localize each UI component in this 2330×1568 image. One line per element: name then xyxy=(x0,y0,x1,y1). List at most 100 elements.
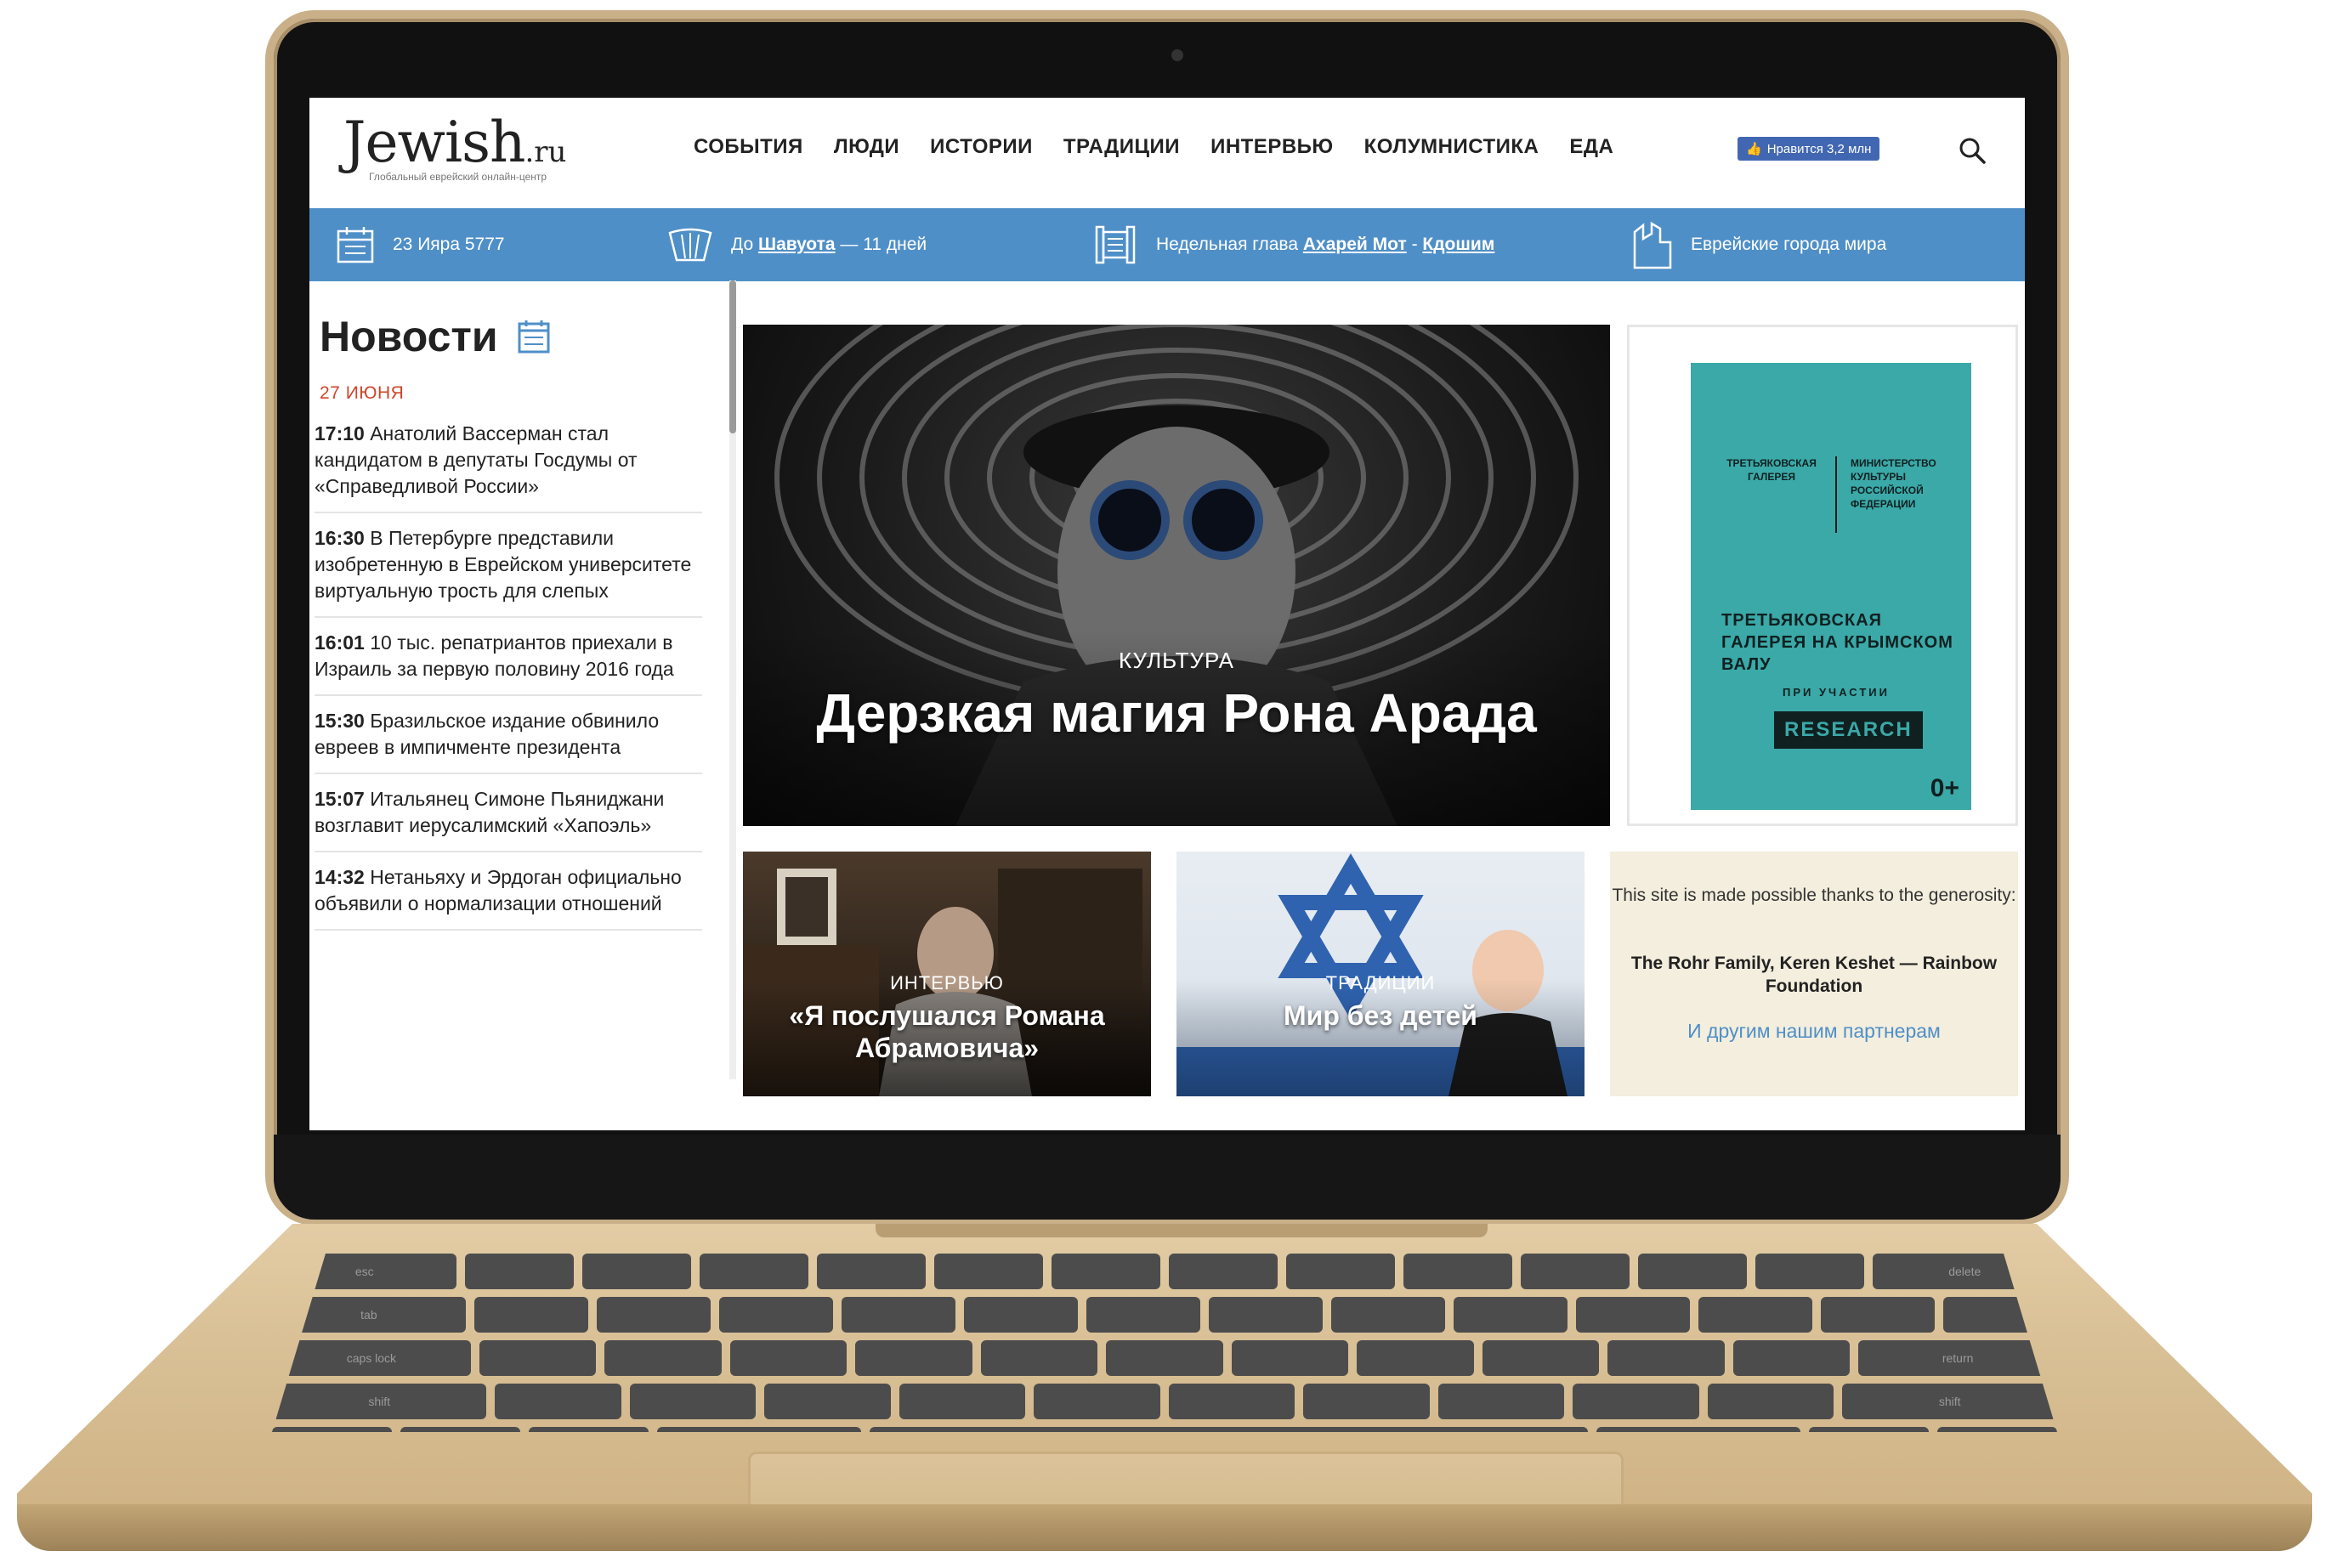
key[interactable] xyxy=(1821,1297,1936,1333)
weekly-portion: Недельная глава Ахарей Мот - Кдошим xyxy=(1091,208,1494,281)
key[interactable] xyxy=(1637,1254,1747,1289)
research-logo: RESEARCH xyxy=(1774,711,1923,749)
key[interactable] xyxy=(465,1254,575,1289)
key-shift-left[interactable]: shift xyxy=(272,1384,487,1419)
key[interactable] xyxy=(1698,1297,1812,1333)
holiday-link[interactable]: Шавуота xyxy=(758,235,836,254)
search-icon[interactable] xyxy=(1957,135,1987,166)
tretyakov-ad[interactable]: ТРЕТЬЯКОВСКАЯ ГАЛЕРЕЯ МИНИСТЕРСТВО КУЛЬТ… xyxy=(1691,363,1971,810)
news-item[interactable]: 15:07 Итальянец Симоне Пьяниджани возгла… xyxy=(315,774,702,852)
browser-screen: Jewish.ru Глобальный еврейский онлайн-це… xyxy=(309,98,2025,1130)
calendar-icon xyxy=(337,227,374,263)
key[interactable] xyxy=(1607,1340,1725,1376)
key[interactable] xyxy=(729,1340,848,1376)
facebook-like-button[interactable]: 👍 Нравится 3,2 млн xyxy=(1738,137,1880,161)
key[interactable] xyxy=(1086,1297,1200,1333)
calendar-icon[interactable] xyxy=(517,319,551,354)
nav-item-interview[interactable]: ИНТЕРВЬЮ xyxy=(1210,135,1334,159)
key[interactable] xyxy=(899,1384,1026,1419)
key[interactable] xyxy=(1403,1254,1512,1289)
key[interactable] xyxy=(1437,1384,1565,1419)
key[interactable] xyxy=(1303,1384,1430,1419)
key[interactable] xyxy=(1453,1297,1568,1333)
key[interactable] xyxy=(817,1254,927,1289)
interview-card[interactable]: ИНТЕРВЬЮ «Я послушался Романа Абрамовича… xyxy=(743,852,1151,1096)
key[interactable] xyxy=(1755,1254,1864,1289)
key[interactable] xyxy=(718,1297,833,1333)
news-item[interactable]: 17:10 Анатолий Вассерман стал кандидатом… xyxy=(315,409,702,513)
key[interactable] xyxy=(1573,1384,1699,1419)
news-column: Новости 27 ИЮНЯ 17:10 Анатолий Вассерман… xyxy=(309,281,726,1130)
key[interactable] xyxy=(1169,1254,1278,1289)
card-category: ИНТЕРВЬЮ xyxy=(890,972,1004,993)
torah-scroll-icon xyxy=(1095,225,1136,264)
key[interactable] xyxy=(1285,1254,1395,1289)
jewish-cities[interactable]: Еврейские города мира xyxy=(1631,208,1886,281)
traditions-card[interactable]: ТРАДИЦИИ Мир без детей xyxy=(1176,852,1585,1096)
thumbs-up-icon: 👍 xyxy=(1746,142,1762,156)
key[interactable] xyxy=(963,1297,1078,1333)
key[interactable] xyxy=(473,1297,588,1333)
key[interactable] xyxy=(1357,1340,1474,1376)
camera-icon xyxy=(1171,49,1183,61)
key[interactable] xyxy=(582,1254,692,1289)
key[interactable] xyxy=(980,1340,1098,1376)
facebook-like-label: Нравится 3,2 млн xyxy=(1766,141,1872,156)
news-scrollbar-thumb[interactable] xyxy=(729,280,736,433)
news-item[interactable]: 15:30 Бразильское издание обвинило еврее… xyxy=(315,696,702,774)
news-item[interactable]: 14:32 Нетаньяху и Эрдоган официально объ… xyxy=(315,852,702,931)
partners-link[interactable]: И другим нашим партнерам xyxy=(1610,1020,2018,1043)
parsha-link-2[interactable]: Кдошим xyxy=(1422,235,1494,254)
key[interactable] xyxy=(495,1384,621,1419)
key[interactable] xyxy=(479,1340,597,1376)
hero-photo xyxy=(743,325,1610,826)
key[interactable] xyxy=(1052,1254,1160,1289)
sponsor-names: The Rohr Family, Keren Keshet — Rainbow … xyxy=(1630,954,1998,996)
ad-divider xyxy=(1835,456,1837,533)
key-return[interactable]: return xyxy=(1858,1340,2057,1376)
key[interactable] xyxy=(1168,1384,1295,1419)
nav-item-events[interactable]: СОБЫТИЯ xyxy=(694,135,803,159)
key[interactable] xyxy=(629,1384,757,1419)
main-nav: СОБЫТИЯ ЛЮДИ ИСТОРИИ ТРАДИЦИИ ИНТЕРВЬЮ К… xyxy=(694,135,1613,159)
key[interactable] xyxy=(934,1254,1044,1289)
nav-item-people[interactable]: ЛЮДИ xyxy=(834,135,899,159)
key-shift-right[interactable]: shift xyxy=(1842,1384,2057,1419)
site-logo[interactable]: Jewish.ru Глобальный еврейский онлайн-це… xyxy=(343,113,566,184)
laptop-base: esc delete tab caps lock return shift sh… xyxy=(17,1224,2312,1551)
key[interactable] xyxy=(1575,1297,1690,1333)
key[interactable] xyxy=(596,1297,711,1333)
key[interactable] xyxy=(841,1297,955,1333)
news-item[interactable]: 16:01 10 тыс. репатриантов приехали в Из… xyxy=(315,618,702,696)
logo-tagline: Глобальный еврейский онлайн-центр xyxy=(369,171,547,183)
key[interactable] xyxy=(764,1384,891,1419)
key[interactable] xyxy=(1732,1340,1851,1376)
key[interactable] xyxy=(1330,1297,1445,1333)
news-time: 16:01 xyxy=(315,631,365,654)
hero-title: Дерзкая магия Рона Арада xyxy=(816,682,1537,744)
ad-logos: ТРЕТЬЯКОВСКАЯ ГАЛЕРЕЯ МИНИСТЕРСТВО КУЛЬТ… xyxy=(1721,456,1951,533)
news-headline: Нетаньяху и Эрдоган официально объявили … xyxy=(315,866,682,914)
nav-item-food[interactable]: ЕДА xyxy=(1569,135,1613,159)
key[interactable] xyxy=(1707,1384,1834,1419)
sponsors-card: This site is made possible thanks to the… xyxy=(1610,852,2018,1096)
key-caps-lock[interactable]: caps lock xyxy=(272,1340,471,1376)
key[interactable] xyxy=(1106,1340,1223,1376)
laptop-hinge xyxy=(876,1224,1488,1237)
nav-item-traditions[interactable]: ТРАДИЦИИ xyxy=(1063,135,1180,159)
parsha-link-1[interactable]: Ахарей Мот xyxy=(1303,235,1407,254)
hero-article[interactable]: КУЛЬТУРА Дерзкая магия Рона Арада xyxy=(743,325,1610,826)
key[interactable] xyxy=(1231,1340,1349,1376)
key[interactable] xyxy=(700,1254,809,1289)
key[interactable] xyxy=(1482,1340,1600,1376)
key[interactable] xyxy=(604,1340,722,1376)
key[interactable] xyxy=(855,1340,972,1376)
holiday-countdown: До Шавуота — 11 дней xyxy=(666,208,927,281)
key[interactable] xyxy=(1034,1384,1160,1419)
key[interactable] xyxy=(1520,1254,1630,1289)
nav-item-columns[interactable]: КОЛУМНИСТИКА xyxy=(1364,135,1539,159)
nav-item-stories[interactable]: ИСТОРИИ xyxy=(930,135,1033,159)
key[interactable] xyxy=(1208,1297,1323,1333)
news-item[interactable]: 16:30 В Петербурге представили изобретен… xyxy=(315,513,702,618)
news-list: 17:10 Анатолий Вассерман стал кандидатом… xyxy=(315,409,702,931)
